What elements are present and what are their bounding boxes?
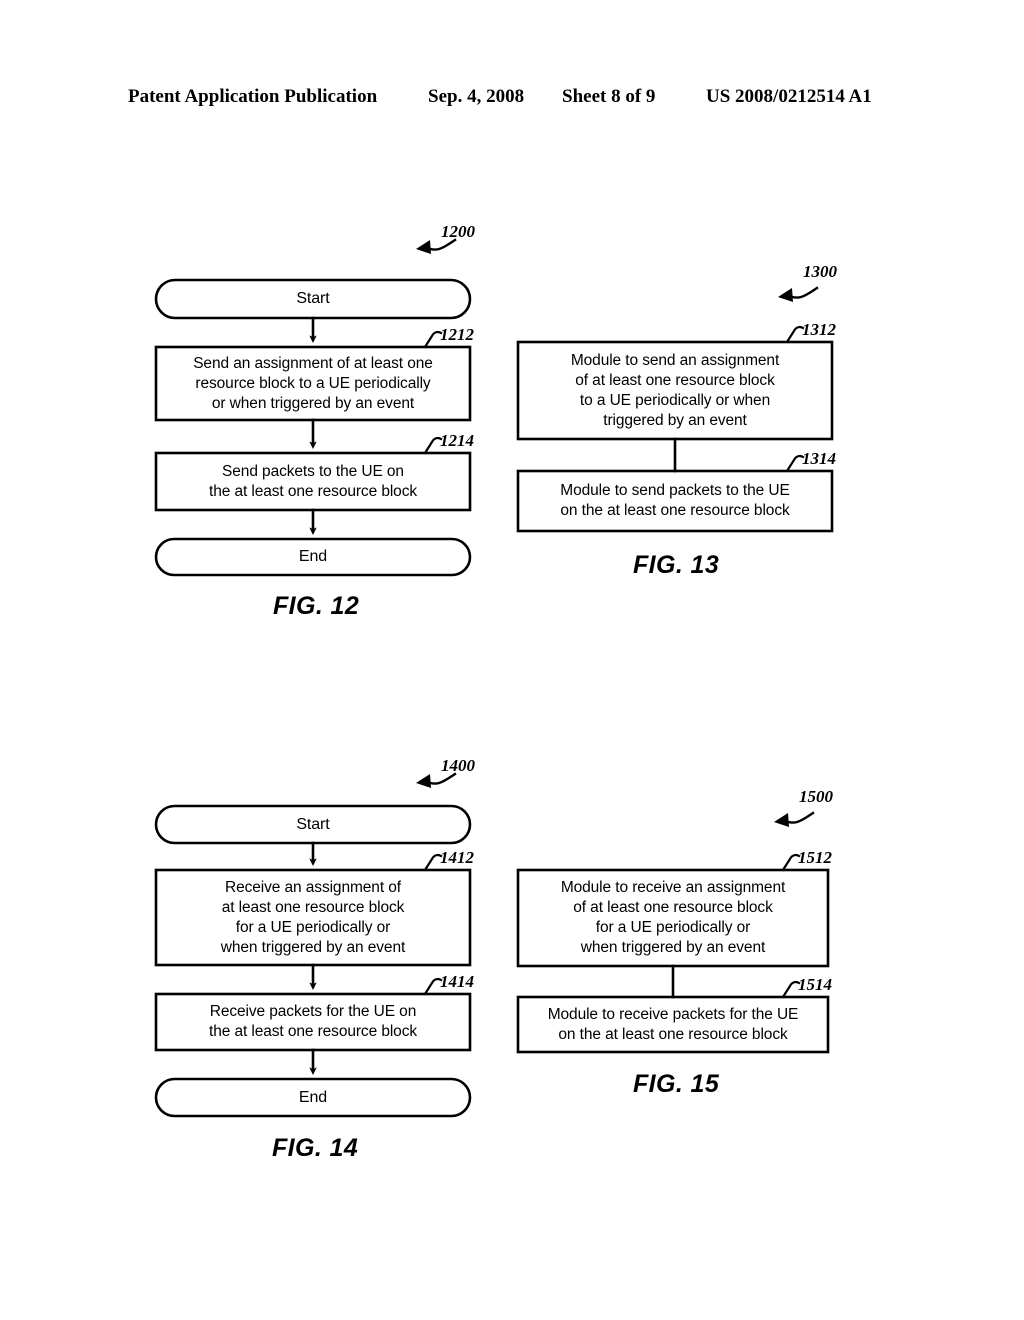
fig13-1312-shape [516,340,834,441]
fig14-start-shape [154,804,472,845]
fig14-figure-reference: 1400 [441,756,475,775]
fig13-ref-1312: 1312 [802,320,836,339]
figure-sheet: Start Send an assignment of at least one… [0,0,1024,1320]
figure-linework [154,238,834,1118]
fig12-ref-1212: 1212 [440,325,474,344]
fig15-1514-shape [516,995,830,1054]
fig14-1414-shape [154,992,472,1052]
fig13-figure-reference: 1300 [803,262,837,281]
fig15-figure-reference: 1500 [799,787,833,806]
fig13-1314-shape [516,469,834,533]
fig12-caption: FIG. 12 [273,592,360,620]
fig12-figure-reference: 1200 [441,222,475,241]
fig14-1412-shape [154,868,472,967]
fig15-ref-1514: 1514 [798,975,832,994]
fig14-caption: FIG. 14 [272,1134,359,1162]
fig15-1512-shape [516,868,830,968]
fig12-1212-shape [154,345,472,422]
fig12-end-shape [154,537,472,577]
fig13-caption: FIG. 13 [633,551,720,579]
fig15-ref-1512: 1512 [798,848,832,867]
fig15-caption: FIG. 15 [633,1070,720,1098]
fig14-end-shape [154,1077,472,1118]
fig12-start-shape [154,278,472,320]
fig12-1214-shape [154,451,472,512]
fig14-ref-1412: 1412 [440,848,474,867]
fig13-ref-1314: 1314 [802,449,836,468]
fig12-ref-1214: 1214 [440,431,474,450]
fig14-ref-1414: 1414 [440,972,474,991]
